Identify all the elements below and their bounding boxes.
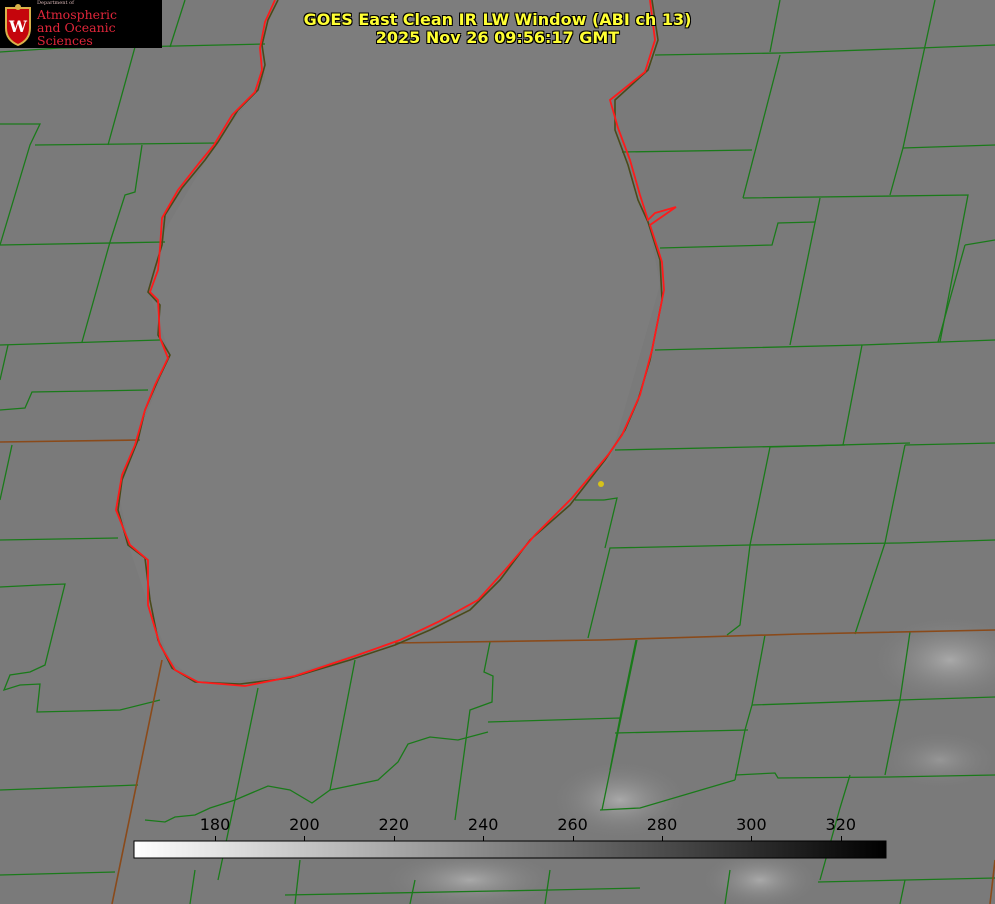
colorbar-tick-mark: [572, 836, 574, 841]
colorbar-tick-mark: [751, 836, 753, 841]
colorbar-tick-label: 180: [199, 815, 231, 834]
colorbar-tick-mark: [840, 836, 842, 841]
colorbar-tick-mark: [215, 836, 216, 841]
colorbar-tick-label: 240: [467, 815, 499, 834]
colorbar-tick-mark: [662, 836, 663, 841]
colorbar-tick-label: 300: [736, 815, 767, 834]
colorbar-tick-label: 280: [646, 815, 678, 834]
colorbar-tick-label: 220: [378, 815, 410, 834]
colorbar-gradient: [133, 840, 887, 859]
colorbar-tick-mark: [393, 836, 395, 841]
colorbar-tick-label: 260: [557, 815, 588, 834]
colorbar-tick-mark: [483, 836, 485, 841]
title-timestamp: 2025 Nov 26 09:56:17 GMT: [375, 28, 620, 47]
satellite-map: [0, 0, 995, 904]
department-small-label: Department of: [37, 0, 74, 6]
cloud-patch: [880, 730, 995, 790]
colorbar-tick-mark: [304, 836, 306, 841]
title-product: GOES East Clean IR LW Window (ABI ch 13): [303, 10, 692, 29]
colorbar-tick-label: 200: [289, 815, 320, 834]
location-marker: [598, 481, 604, 487]
image-title: GOES East Clean IR LW Window (ABI ch 13)…: [0, 11, 995, 47]
colorbar-tick-label: 320: [825, 815, 857, 834]
